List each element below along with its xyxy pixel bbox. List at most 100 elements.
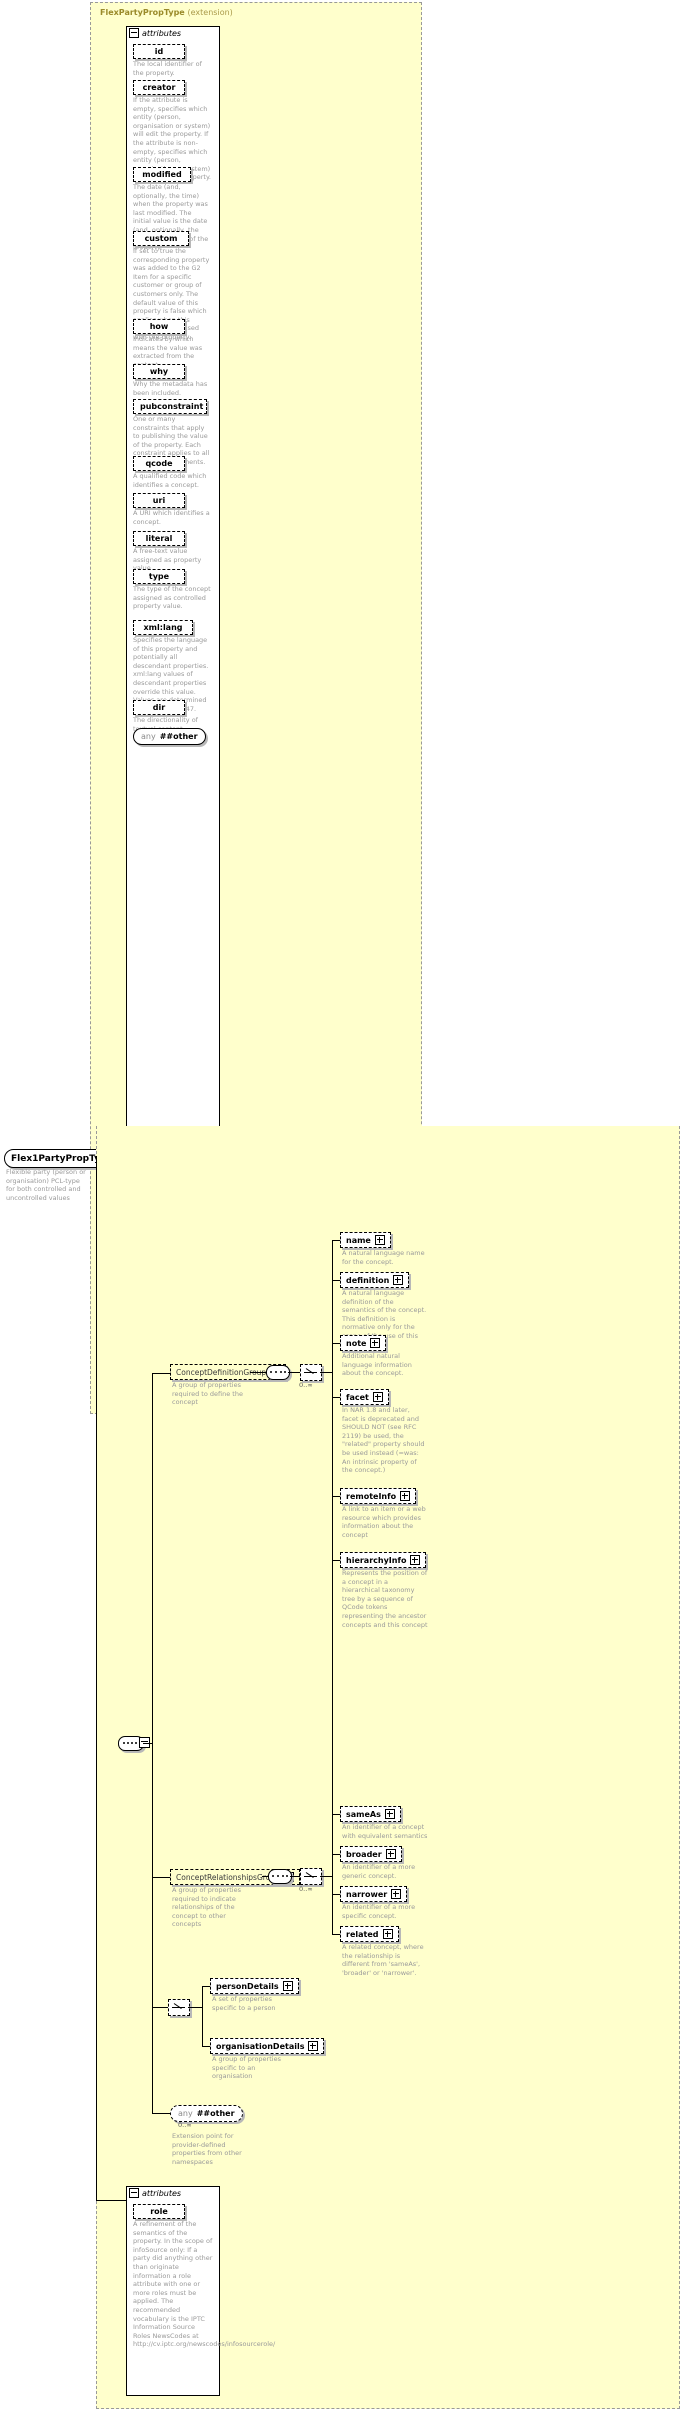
plus-icon[interactable] <box>400 1491 411 1501</box>
sequence-dots <box>270 1371 286 1374</box>
element-label: name <box>346 1235 371 1245</box>
connector-to-details-choice <box>152 2007 168 2008</box>
plus-icon[interactable] <box>374 1235 385 1245</box>
choice-switch <box>304 1368 317 1377</box>
attribute-desc-uri: A URI which identifies a concept. <box>133 509 210 526</box>
attribute-chip-why[interactable]: why <box>133 364 185 379</box>
sequence-dots <box>272 1875 288 1878</box>
connector-narrower <box>332 1894 340 1895</box>
group-label: ConceptRelationshipsGroup <box>176 1872 280 1882</box>
any-wildcard-extension[interactable]: any ##other <box>170 2105 243 2122</box>
element-desc-any-extension: Extension point for provider-defined pro… <box>172 2132 242 2166</box>
group-desc-concept-relationships: A group of properties required to indica… <box>172 1886 241 1929</box>
attribute-chip-modified[interactable]: modified <box>133 167 191 182</box>
element-desc-persondetails: A set of properties specific to a person <box>212 1995 276 2012</box>
element-label: note <box>346 1338 367 1348</box>
connector-remoteinfo <box>332 1496 340 1497</box>
choice-switch <box>172 2003 185 2012</box>
attribute-desc-role: A refinement of the semantics of the pro… <box>133 2220 276 2349</box>
attribute-desc-why: Why the metadata has been included. <box>133 380 208 397</box>
occurrence-crg: 0..∞ <box>299 1885 313 1893</box>
attribute-chip-how[interactable]: how <box>133 319 185 334</box>
element-hierarchyinfo[interactable]: hierarchyInfo <box>340 1552 427 1568</box>
element-definition[interactable]: definition <box>340 1272 410 1288</box>
element-desc-narrower: An identifier of a more specific concept… <box>342 1903 416 1920</box>
connector-related <box>332 1934 340 1935</box>
choice-switch <box>304 1872 317 1881</box>
element-related[interactable]: related <box>340 1926 399 1942</box>
element-label: hierarchyInfo <box>346 1555 407 1565</box>
connector-choice-cdg-out <box>320 1372 332 1373</box>
element-label: related <box>346 1929 379 1939</box>
any-wildcard-attributes[interactable]: any ##other <box>133 728 206 745</box>
bottom-attributes-section-tab[interactable]: attributes <box>129 2188 181 2198</box>
element-remoteinfo[interactable]: remoteInfo <box>340 1488 417 1504</box>
attribute-desc-qcode: A qualified code which identifies a conc… <box>133 472 207 489</box>
attribute-chip-custom[interactable]: custom <box>133 231 189 246</box>
attribute-chip-literal[interactable]: literal <box>133 531 185 546</box>
any-keyword: any <box>178 2109 193 2118</box>
connector-to-conceptrelationshipsgroup <box>152 1877 170 1878</box>
element-name[interactable]: name <box>340 1232 391 1248</box>
schema-diagram-canvas: FlexPartyPropType (extension) attributes… <box>0 0 692 2409</box>
connector-organisationdetails <box>202 2046 210 2047</box>
choice-icon-crg[interactable] <box>300 1868 322 1885</box>
connector-root-to-bottom-attrs <box>96 2200 126 2201</box>
attributes-section-tab[interactable]: attributes <box>129 28 181 38</box>
connector-sameas <box>332 1814 340 1815</box>
element-organisationdetails[interactable]: organisationDetails <box>210 2038 325 2054</box>
connector-hierarchyinfo <box>332 1560 340 1561</box>
attribute-chip-dir[interactable]: dir <box>133 700 185 715</box>
extension-panel-title: FlexPartyPropType (extension) <box>100 8 233 17</box>
any-namespace: ##other <box>159 732 198 741</box>
plus-icon[interactable] <box>382 1929 393 1939</box>
element-narrower[interactable]: narrower <box>340 1886 408 1902</box>
root-bottom-vline <box>96 1156 97 2201</box>
plus-icon[interactable] <box>308 2041 319 2051</box>
attribute-chip-creator[interactable]: creator <box>133 80 185 95</box>
element-label: broader <box>346 1849 382 1859</box>
occurrence-cdg: 0..∞ <box>299 1381 313 1389</box>
element-note[interactable]: note <box>340 1335 387 1351</box>
plus-icon[interactable] <box>372 1392 383 1402</box>
element-sameas[interactable]: sameAs <box>340 1806 401 1822</box>
attribute-chip-pubconstraint[interactable]: pubconstraint <box>133 399 207 414</box>
sequence-icon-cdg[interactable] <box>266 1365 290 1380</box>
choice-icon-details[interactable] <box>168 1999 190 2016</box>
choice-icon-cdg[interactable] <box>300 1364 322 1381</box>
plus-icon[interactable] <box>384 1809 395 1819</box>
attribute-chip-role[interactable]: role <box>133 2204 185 2219</box>
connector-details-choice-out <box>188 2007 202 2008</box>
attribute-chip-id[interactable]: id <box>133 44 185 59</box>
element-persondetails[interactable]: personDetails <box>210 1978 299 1994</box>
element-facet[interactable]: facet <box>340 1389 389 1405</box>
attribute-chip-type[interactable]: type <box>133 569 185 584</box>
element-label: organisationDetails <box>216 2041 305 2051</box>
attributes-label: attributes <box>142 28 182 38</box>
occurrence-any-extension: 0..∞ <box>178 2121 192 2129</box>
connector-persondetails <box>202 1986 210 1987</box>
plus-icon[interactable] <box>370 1338 381 1348</box>
sequence-icon-crg[interactable] <box>268 1869 292 1884</box>
element-broader[interactable]: broader <box>340 1846 402 1862</box>
element-label: sameAs <box>346 1809 381 1819</box>
element-label: narrower <box>346 1889 388 1899</box>
sequence-icon-main[interactable] <box>118 1736 150 1751</box>
group-desc-concept-definition: A group of properties required to define… <box>172 1381 243 1407</box>
element-label: remoteInfo <box>346 1491 397 1501</box>
minus-icon[interactable] <box>129 28 139 38</box>
attribute-chip-xml-lang[interactable]: xml:lang <box>133 620 193 635</box>
plus-icon[interactable] <box>391 1889 402 1899</box>
attribute-chip-uri[interactable]: uri <box>133 493 185 508</box>
attribute-desc-id: The local identifier of the property. <box>133 60 202 77</box>
element-desc-sameas: An identifier of a concept with equivale… <box>342 1823 428 1840</box>
connector-seq-to-branch <box>143 1743 153 1744</box>
attribute-chip-qcode[interactable]: qcode <box>133 456 185 471</box>
minus-icon[interactable] <box>129 2188 139 2198</box>
plus-icon[interactable] <box>385 1849 396 1859</box>
plus-icon[interactable] <box>282 1981 293 1991</box>
connector-cdg-to-seq <box>250 1372 266 1373</box>
plus-icon[interactable] <box>410 1555 421 1565</box>
plus-icon[interactable] <box>393 1275 404 1285</box>
element-desc-name: A natural language name for the concept. <box>342 1249 425 1266</box>
